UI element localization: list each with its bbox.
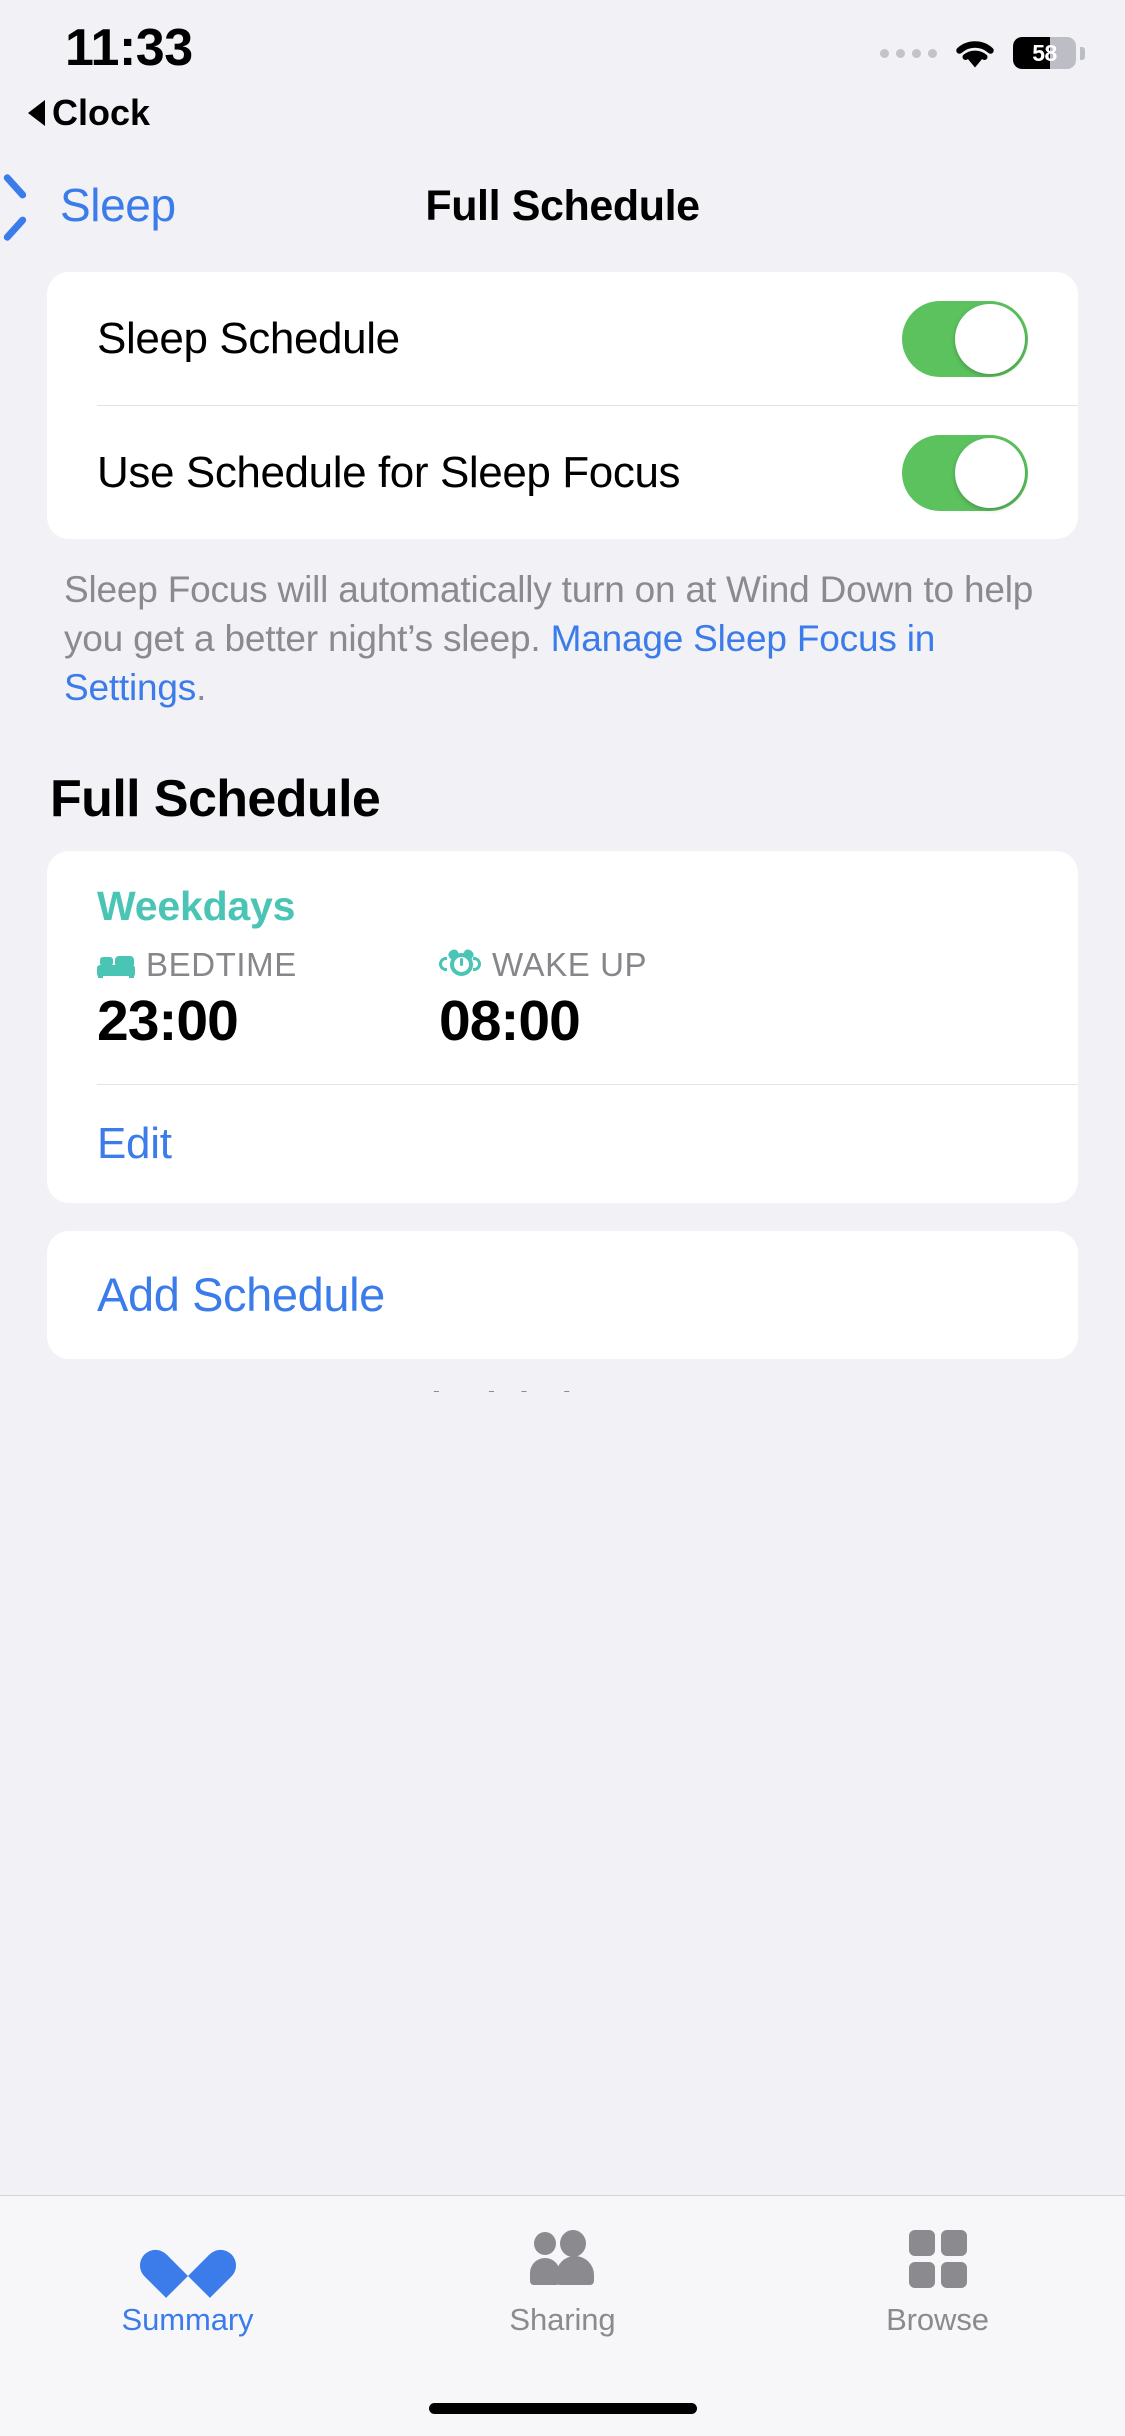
tab-sharing-label: Sharing — [509, 2302, 616, 2337]
schedule-wakeup-column: WAKE UP 08:00 — [439, 946, 759, 1054]
row-use-schedule-for-sleep-focus[interactable]: Use Schedule for Sleep Focus — [47, 406, 1078, 539]
wifi-icon — [953, 36, 997, 70]
section-title-full-schedule: Full Schedule — [50, 769, 381, 828]
status-bar-time: 11:33 — [65, 19, 193, 77]
add-schedule-label: Add Schedule — [97, 1268, 385, 1322]
home-indicator[interactable] — [428, 2403, 697, 2414]
scroll-content[interactable]: Sleep Schedule Use Schedule for Sleep Fo… — [0, 272, 1125, 1392]
bedtime-label: BEDTIME — [146, 945, 297, 983]
edit-schedule-button[interactable]: Edit — [47, 1085, 1078, 1203]
wakeup-value: 08:00 — [439, 988, 581, 1053]
tab-summary[interactable]: Summary — [0, 2230, 375, 2338]
unscheduled-note: Some Days Are Unscheduled On days withou… — [47, 1381, 1078, 1392]
schedule-card: Weekdays BEDTIME 23:00 WAKE UP 08:00 Edi… — [47, 850, 1078, 1203]
footnote-text-after: . — [196, 667, 207, 709]
heart-icon — [157, 2230, 219, 2288]
unscheduled-note-title: Some Days Are Unscheduled — [64, 1381, 1061, 1392]
tab-browse-label: Browse — [886, 2302, 989, 2337]
battery-percent-label: 58 — [1032, 39, 1057, 66]
toggle-use-schedule-for-sleep-focus[interactable] — [902, 434, 1028, 511]
people-icon — [529, 2230, 596, 2288]
back-to-clock-button[interactable]: Clock — [28, 92, 150, 134]
signal-dots-icon — [880, 48, 937, 58]
add-schedule-card[interactable]: Add Schedule — [47, 1230, 1078, 1359]
schedule-days-label: Weekdays — [97, 882, 296, 929]
tab-browse[interactable]: Browse — [750, 2230, 1125, 2338]
back-to-clock-label: Clock — [52, 92, 151, 133]
tab-bar: Summary Sharing Browse — [0, 2195, 1125, 2436]
tab-sharing[interactable]: Sharing — [375, 2230, 750, 2338]
battery-icon: 58 — [1013, 37, 1085, 69]
row-sleep-schedule-label: Sleep Schedule — [97, 313, 400, 363]
grid-icon — [908, 2230, 967, 2288]
sleep-focus-footnote: Sleep Focus will automatically turn on a… — [47, 565, 1078, 713]
sleep-settings-card: Sleep Schedule Use Schedule for Sleep Fo… — [47, 272, 1078, 539]
bed-icon — [97, 952, 135, 978]
toggle-sleep-schedule[interactable] — [902, 300, 1028, 377]
page-title: Full Schedule — [425, 182, 700, 230]
back-triangle-icon — [28, 100, 45, 126]
row-sleep-schedule[interactable]: Sleep Schedule — [47, 272, 1078, 405]
wakeup-label: WAKE UP — [492, 945, 648, 983]
alarm-clock-icon — [439, 947, 481, 980]
row-use-schedule-label: Use Schedule for Sleep Focus — [97, 447, 681, 497]
schedule-bedtime-column: BEDTIME 23:00 — [97, 946, 417, 1054]
status-bar: 11:33 58 — [0, 0, 1125, 100]
schedule-card-body[interactable]: Weekdays BEDTIME 23:00 WAKE UP 08:00 — [47, 851, 1078, 1084]
status-bar-indicators: 58 — [880, 36, 1085, 70]
bedtime-value: 23:00 — [97, 988, 239, 1053]
navigation-bar: Sleep Full Schedule — [0, 170, 1125, 270]
tab-summary-label: Summary — [121, 2302, 254, 2337]
